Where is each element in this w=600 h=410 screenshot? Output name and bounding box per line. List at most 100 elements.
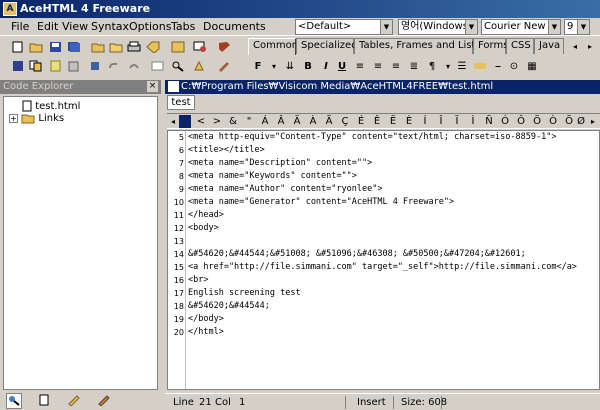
explorer-tab-icon[interactable] <box>6 393 22 409</box>
entity-button[interactable]: Ø <box>575 115 587 128</box>
chevron-down-icon: ▼ <box>548 20 560 34</box>
entity-button[interactable]: Ö <box>531 115 543 128</box>
tab-css[interactable]: CSS <box>506 38 534 54</box>
open-folder-icon[interactable] <box>28 40 44 56</box>
pencil-icon[interactable] <box>216 59 232 75</box>
paragraph-icon[interactable]: F <box>250 59 266 75</box>
menu-view[interactable]: View <box>62 20 88 33</box>
font-select[interactable]: Courier New ▼ <box>481 19 561 35</box>
replace-icon[interactable] <box>150 59 166 75</box>
entity-scroll-right-icon[interactable]: ▸ <box>587 115 599 128</box>
dropdown-icon[interactable]: ▾ <box>266 59 282 75</box>
link-icon[interactable]: ⎯ <box>490 59 506 75</box>
menu-documents[interactable]: Documents <box>203 20 266 33</box>
bold-icon[interactable]: B <box>300 59 316 75</box>
italic-icon[interactable]: I <box>318 59 334 75</box>
underline-icon[interactable]: U <box>334 59 350 75</box>
entity-button[interactable]: Ó <box>499 115 511 128</box>
pencil-tab-icon[interactable] <box>66 393 82 409</box>
goto-icon[interactable] <box>192 59 208 75</box>
entity-button[interactable]: Â <box>275 115 287 128</box>
save-all-icon[interactable] <box>66 40 82 56</box>
entity-button[interactable]: Ô <box>515 115 527 128</box>
entity-button[interactable]: À <box>307 115 319 128</box>
align-right-icon[interactable]: ≡ <box>388 59 404 75</box>
book-icon[interactable] <box>216 40 232 56</box>
font-color-icon[interactable]: ⇊ <box>282 59 298 75</box>
expand-icon[interactable]: + <box>9 113 18 123</box>
entity-button[interactable]: È <box>403 115 415 128</box>
code-line: <meta name="Keywords" content=""> <box>188 171 357 181</box>
entity-button[interactable]: Á <box>259 115 271 128</box>
search-icon[interactable] <box>170 59 186 75</box>
undo-icon[interactable] <box>88 59 104 75</box>
cut-icon[interactable] <box>10 59 26 75</box>
menu-tabs[interactable]: Tabs <box>171 20 195 33</box>
tag-icon[interactable] <box>145 40 161 56</box>
document-tab-icon[interactable] <box>36 393 52 409</box>
entity-button[interactable]: < <box>195 115 207 128</box>
entity-button[interactable]: Í <box>419 115 431 128</box>
preview-icon[interactable] <box>192 40 208 56</box>
entity-button[interactable]: Ì <box>467 115 479 128</box>
find-icon[interactable] <box>126 59 142 75</box>
entity-button[interactable]: Î <box>435 115 447 128</box>
save-icon[interactable] <box>48 40 64 56</box>
entity-button[interactable] <box>179 115 191 128</box>
close-icon[interactable]: × <box>147 81 158 92</box>
menu-options[interactable]: Options <box>129 20 171 33</box>
justify-icon[interactable]: ≣ <box>406 59 422 75</box>
menu-syntax[interactable]: Syntax <box>91 20 129 33</box>
paste-icon[interactable] <box>48 59 64 75</box>
entity-button[interactable]: Ï <box>451 115 463 128</box>
entity-button[interactable]: Ñ <box>483 115 495 128</box>
menu-edit[interactable]: Edit <box>37 20 58 33</box>
code-editor[interactable]: 5 <meta http-equiv="Content-Type" conten… <box>167 130 600 390</box>
tree-item-file[interactable]: test.html <box>22 100 80 112</box>
entity-button[interactable]: " <box>243 115 255 128</box>
charset-select[interactable]: 영어(Windows) ▼ <box>398 19 478 35</box>
print-icon[interactable] <box>126 40 142 56</box>
style-select[interactable]: <Default> ▼ <box>295 19 393 35</box>
folder-open-icon[interactable] <box>108 40 124 56</box>
entity-button[interactable]: Ò <box>547 115 559 128</box>
tree-item-links[interactable]: + Links <box>9 112 64 124</box>
align-center-icon[interactable]: ≡ <box>370 59 386 75</box>
app-icon[interactable]: A <box>3 2 17 16</box>
entity-scroll-left-icon[interactable]: ◂ <box>167 115 179 128</box>
document-tab[interactable]: test <box>167 95 195 110</box>
copy-icon[interactable] <box>28 59 44 75</box>
redo-icon[interactable] <box>106 59 122 75</box>
highlight-icon[interactable] <box>472 59 488 75</box>
entity-button[interactable]: Ç <box>339 115 351 128</box>
entity-button[interactable]: É <box>355 115 367 128</box>
tab-common[interactable]: Common <box>248 38 298 55</box>
folder-icon[interactable] <box>90 40 106 56</box>
code-line: <meta name="Generator" content="AceHTML … <box>188 197 455 207</box>
entity-button[interactable]: Õ <box>563 115 575 128</box>
entity-button[interactable]: > <box>211 115 223 128</box>
menu-file[interactable]: File <box>11 20 29 33</box>
list-icon[interactable]: ☰ <box>454 59 470 75</box>
table-icon[interactable]: ▦ <box>524 59 540 75</box>
entity-button[interactable]: Ë <box>387 115 399 128</box>
align-left-icon[interactable]: ≡ <box>352 59 368 75</box>
entity-button[interactable]: Ã <box>323 115 335 128</box>
tab-scroll-right-icon[interactable]: ▸ <box>582 39 598 55</box>
target-icon[interactable]: ⊙ <box>506 59 522 75</box>
brush-tab-icon[interactable] <box>96 393 112 409</box>
entity-button[interactable]: Ä <box>291 115 303 128</box>
tab-java[interactable]: Java <box>534 38 564 54</box>
tab-tables-frames-lists[interactable]: Tables, Frames and Lists <box>354 38 481 54</box>
tab-forms[interactable]: Forms <box>473 38 508 54</box>
paste-special-icon[interactable] <box>66 59 82 75</box>
new-file-icon[interactable] <box>10 40 26 56</box>
font-size-select[interactable]: 9 ▼ <box>564 19 590 35</box>
paragraph-mark-icon[interactable]: ¶ <box>424 59 440 75</box>
browser-preview-icon[interactable] <box>170 40 186 56</box>
entity-button[interactable]: Ê <box>371 115 383 128</box>
entity-button[interactable]: & <box>227 115 239 128</box>
tab-specialized[interactable]: Specialized <box>296 38 358 54</box>
code-explorer-tree[interactable]: test.html + Links <box>3 96 158 390</box>
tab-scroll-left-icon[interactable]: ◂ <box>567 39 583 55</box>
